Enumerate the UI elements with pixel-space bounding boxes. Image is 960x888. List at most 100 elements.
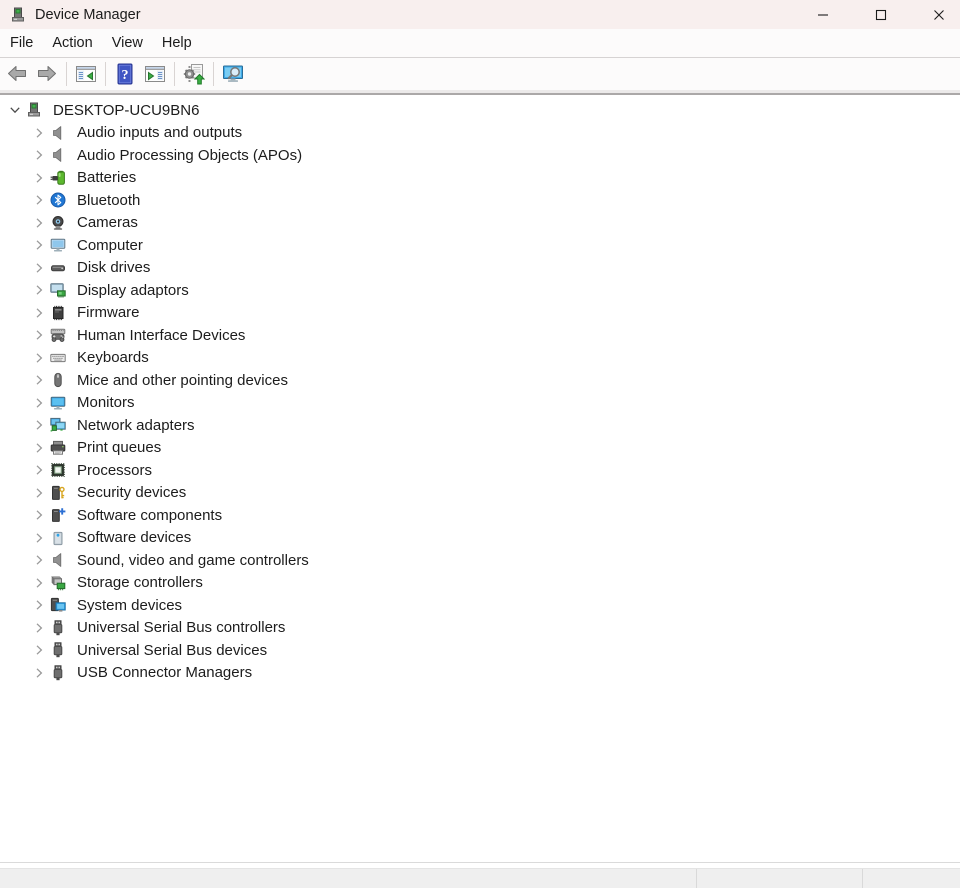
tree-item-label[interactable]: USB Connector Managers — [75, 663, 254, 682]
tree-item-label[interactable]: Disk drives — [75, 258, 152, 277]
chevron-right-icon[interactable] — [31, 147, 47, 163]
tree-item[interactable]: Firmware — [0, 302, 960, 325]
chevron-right-icon[interactable] — [31, 552, 47, 568]
tree-item[interactable]: Keyboards — [0, 347, 960, 370]
toolbar-button-help[interactable]: ? — [111, 60, 139, 88]
speaker-icon — [50, 125, 66, 141]
toolbar-button-forward[interactable] — [33, 60, 61, 88]
toolbar-button-console-tree[interactable] — [72, 60, 100, 88]
network-adapter-icon — [50, 417, 66, 433]
chevron-right-icon[interactable] — [31, 530, 47, 546]
chevron-right-icon[interactable] — [31, 125, 47, 141]
chevron-down-icon[interactable] — [7, 102, 23, 118]
toolbar-button-action-pane[interactable] — [141, 60, 169, 88]
tree-item-label[interactable]: Keyboards — [75, 348, 151, 367]
tree-item[interactable]: Storage controllers — [0, 572, 960, 595]
menu-action[interactable]: Action — [43, 30, 102, 56]
tree-item-label[interactable]: Firmware — [75, 303, 142, 322]
tree-item[interactable]: Print queues — [0, 437, 960, 460]
tree-item-label[interactable]: Monitors — [75, 393, 137, 412]
tree-item-label[interactable]: Security devices — [75, 483, 188, 502]
tree-item-label[interactable]: Software devices — [75, 528, 193, 547]
tree-item[interactable]: Mice and other pointing devices — [0, 369, 960, 392]
display-adapter-icon — [50, 282, 66, 298]
tree-item-label[interactable]: Audio Processing Objects (APOs) — [75, 146, 304, 165]
storage-controller-icon — [50, 575, 66, 591]
tree-item[interactable]: Display adaptors — [0, 279, 960, 302]
tree-item-label[interactable]: Bluetooth — [75, 191, 142, 210]
tree-item[interactable]: Universal Serial Bus controllers — [0, 617, 960, 640]
tree-item-label[interactable]: Print queues — [75, 438, 163, 457]
tree-item-label[interactable]: Cameras — [75, 213, 140, 232]
tree-item[interactable]: Audio Processing Objects (APOs) — [0, 144, 960, 167]
tree-item[interactable]: Security devices — [0, 482, 960, 505]
tree-item[interactable]: Computer — [0, 234, 960, 257]
window-title: Device Manager — [35, 7, 141, 23]
tree-item-label[interactable]: Mice and other pointing devices — [75, 371, 290, 390]
chevron-right-icon[interactable] — [31, 575, 47, 591]
tree-item-label[interactable]: System devices — [75, 596, 184, 615]
tree-item-label[interactable]: Storage controllers — [75, 573, 205, 592]
tree-item[interactable]: Disk drives — [0, 257, 960, 280]
tree-item[interactable]: Monitors — [0, 392, 960, 415]
chevron-right-icon[interactable] — [31, 327, 47, 343]
chevron-right-icon[interactable] — [31, 305, 47, 321]
tree-item[interactable]: Software components — [0, 504, 960, 527]
tree-item-label[interactable]: DESKTOP-UCU9BN6 — [51, 101, 201, 120]
chevron-right-icon[interactable] — [31, 282, 47, 298]
tree-item-label[interactable]: Audio inputs and outputs — [75, 123, 244, 142]
tree-item-label[interactable]: Computer — [75, 236, 145, 255]
chevron-right-icon[interactable] — [31, 260, 47, 276]
tree-item[interactable]: Universal Serial Bus devices — [0, 639, 960, 662]
toolbar-button-back[interactable] — [3, 60, 31, 88]
tree-item[interactable]: System devices — [0, 594, 960, 617]
tree-item-label[interactable]: Human Interface Devices — [75, 326, 247, 345]
menu-help[interactable]: Help — [152, 30, 201, 56]
close-button[interactable] — [919, 0, 959, 29]
menu-file[interactable]: File — [0, 30, 43, 56]
computer-device-icon — [26, 102, 42, 118]
chevron-right-icon[interactable] — [31, 170, 47, 186]
tree-item-label[interactable]: Display adaptors — [75, 281, 191, 300]
menu-view[interactable]: View — [102, 30, 152, 56]
tree-item[interactable]: Processors — [0, 459, 960, 482]
tree-item[interactable]: Network adapters — [0, 414, 960, 437]
chevron-right-icon[interactable] — [31, 350, 47, 366]
tree-item-label[interactable]: Software components — [75, 506, 224, 525]
chevron-right-icon[interactable] — [31, 215, 47, 231]
tree-item-label[interactable]: Processors — [75, 461, 154, 480]
chevron-right-icon[interactable] — [31, 440, 47, 456]
chevron-right-icon[interactable] — [31, 485, 47, 501]
chevron-right-icon[interactable] — [31, 462, 47, 478]
chevron-right-icon[interactable] — [31, 620, 47, 636]
chevron-right-icon[interactable] — [31, 507, 47, 523]
tree-item-label[interactable]: Batteries — [75, 168, 138, 187]
tree-item[interactable]: Bluetooth — [0, 189, 960, 212]
chevron-right-icon[interactable] — [31, 417, 47, 433]
chevron-right-icon[interactable] — [31, 237, 47, 253]
tree-item[interactable]: Sound, video and game controllers — [0, 549, 960, 572]
chevron-right-icon[interactable] — [31, 642, 47, 658]
tree-item[interactable]: Batteries — [0, 167, 960, 190]
toolbar-button-scan-hardware[interactable] — [219, 60, 247, 88]
chevron-right-icon[interactable] — [31, 192, 47, 208]
tree-item-label[interactable]: Network adapters — [75, 416, 197, 435]
computer-monitor-icon — [50, 237, 66, 253]
tree-item-label[interactable]: Sound, video and game controllers — [75, 551, 311, 570]
chevron-right-icon[interactable] — [31, 665, 47, 681]
tree-item-label[interactable]: Universal Serial Bus devices — [75, 641, 269, 660]
chevron-right-icon[interactable] — [31, 597, 47, 613]
minimize-button[interactable] — [803, 0, 843, 29]
maximize-button[interactable] — [861, 0, 901, 29]
toolbar-button-add-drivers[interactable] — [180, 60, 208, 88]
tree-item-label[interactable]: Universal Serial Bus controllers — [75, 618, 287, 637]
tree-item[interactable]: USB Connector Managers — [0, 662, 960, 685]
tree-item[interactable]: DESKTOP-UCU9BN6 — [0, 99, 960, 122]
tree-item[interactable]: Audio inputs and outputs — [0, 122, 960, 145]
device-tree: DESKTOP-UCU9BN6 Audio inputs and outputs… — [0, 95, 960, 863]
tree-item[interactable]: Software devices — [0, 527, 960, 550]
chevron-right-icon[interactable] — [31, 395, 47, 411]
tree-item[interactable]: Cameras — [0, 212, 960, 235]
tree-item[interactable]: Human Interface Devices — [0, 324, 960, 347]
chevron-right-icon[interactable] — [31, 372, 47, 388]
